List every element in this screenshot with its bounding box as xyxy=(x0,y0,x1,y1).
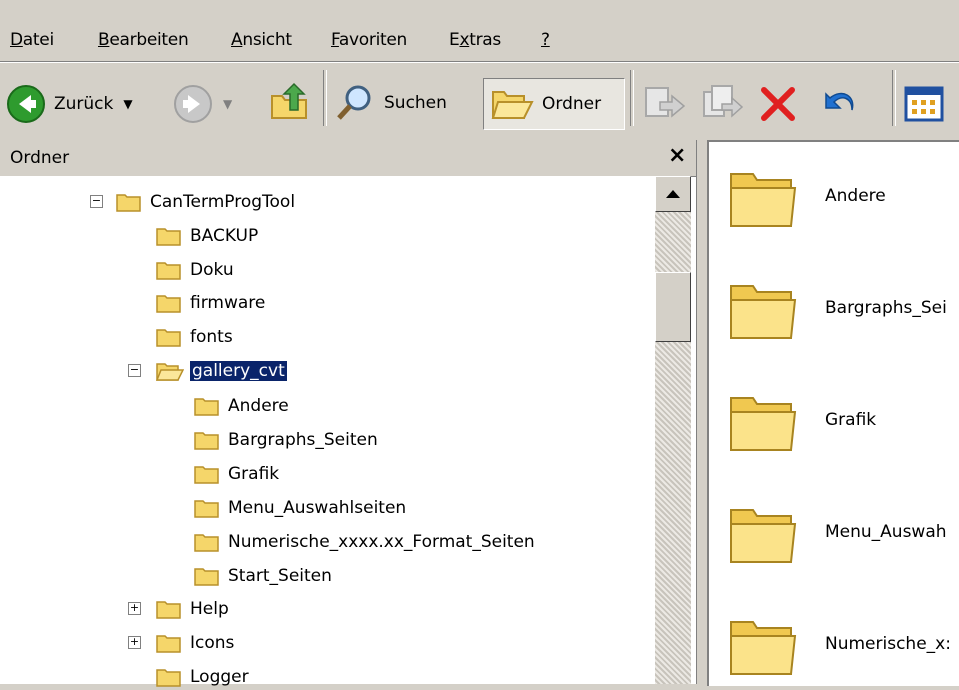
content-folder-item[interactable]: Grafik xyxy=(727,384,876,456)
content-folder-item[interactable]: Bargraphs_Sei xyxy=(727,272,947,344)
menu-extras[interactable]: Extras xyxy=(449,30,501,50)
tree-item-grafik[interactable]: Grafik xyxy=(194,461,281,487)
folder-up-icon xyxy=(268,80,312,124)
folder-icon xyxy=(116,192,142,212)
search-button[interactable]: Suchen xyxy=(334,82,447,124)
content-folder-item[interactable]: Menu_Auswah xyxy=(727,496,947,568)
selected-folder-label: gallery_cvt xyxy=(189,360,288,382)
folder-icon xyxy=(194,532,220,552)
toolbar-separator xyxy=(323,70,327,126)
tree-item-numerische[interactable]: Numerische_xxxx.xx_Format_Seiten xyxy=(194,529,537,555)
tree-item-bargraphs-seiten[interactable]: Bargraphs_Seiten xyxy=(194,427,380,453)
undo-icon xyxy=(818,84,862,124)
undo-button[interactable] xyxy=(818,84,862,124)
back-button[interactable]: Zurück ▼ xyxy=(6,84,133,124)
large-folder-icon xyxy=(727,160,799,232)
tree-item-logger[interactable]: Logger xyxy=(156,664,251,690)
folder-tree: − CanTermProgTool BACKUP Doku firmware f… xyxy=(0,176,655,687)
scrollbar-thumb[interactable] xyxy=(655,272,691,342)
folder-icon xyxy=(156,599,182,619)
toolbar-separator xyxy=(630,70,634,126)
menu-ansicht[interactable]: Ansicht xyxy=(231,30,292,50)
tree-item-firmware[interactable]: firmware xyxy=(156,290,267,316)
move-to-button[interactable] xyxy=(642,82,686,124)
folder-icon xyxy=(156,260,182,280)
large-folder-icon xyxy=(727,384,799,456)
views-grid-icon xyxy=(904,86,944,122)
tree-item-start-seiten[interactable]: Start_Seiten xyxy=(194,563,334,589)
folder-pane-title: Ordner xyxy=(10,148,70,168)
content-folder-item[interactable]: Numerische_x: xyxy=(727,608,951,680)
menu-datei[interactable]: Datei xyxy=(10,30,54,50)
menu-bar: Datei Bearbeiten Ansicht Favoriten Extra… xyxy=(0,0,959,62)
content-pane: Andere Bargraphs_Sei Grafik Menu_Auswah … xyxy=(707,140,959,686)
folder-icon xyxy=(156,327,182,347)
large-folder-icon xyxy=(727,496,799,568)
tree-item-menu-auswahlseiten[interactable]: Menu_Auswahlseiten xyxy=(194,495,408,521)
tree-item-cantermprogtool[interactable]: CanTermProgTool xyxy=(116,189,297,215)
folder-icon xyxy=(156,633,182,653)
collapse-icon[interactable]: − xyxy=(128,364,141,377)
folder-icon xyxy=(194,464,220,484)
back-dropdown-icon[interactable]: ▼ xyxy=(123,97,132,111)
menu-help[interactable]: ? xyxy=(541,30,550,50)
tree-item-fonts[interactable]: fonts xyxy=(156,324,235,350)
tree-item-doku[interactable]: Doku xyxy=(156,257,236,283)
scroll-up-button[interactable] xyxy=(655,176,691,212)
tree-item-icons[interactable]: Icons xyxy=(156,630,236,656)
folder-icon xyxy=(194,430,220,450)
expand-icon[interactable]: + xyxy=(128,636,141,649)
forward-dropdown-icon[interactable]: ▼ xyxy=(223,97,232,111)
folder-icon xyxy=(194,498,220,518)
folder-pane-header: Ordner × xyxy=(0,140,696,177)
folder-icon xyxy=(156,293,182,313)
tree-item-help[interactable]: Help xyxy=(156,596,231,622)
folder-icon xyxy=(194,566,220,586)
delete-button[interactable] xyxy=(758,84,798,124)
folder-icon xyxy=(156,667,182,687)
vertical-scrollbar[interactable] xyxy=(655,176,691,684)
folder-icon xyxy=(194,396,220,416)
close-icon[interactable]: × xyxy=(668,143,686,168)
folder-icon xyxy=(156,226,182,246)
open-folder-icon xyxy=(156,361,184,381)
delete-x-icon xyxy=(758,84,798,124)
back-arrow-icon xyxy=(6,84,46,124)
large-folder-icon xyxy=(727,272,799,344)
menu-favoriten[interactable]: Favoriten xyxy=(331,30,407,50)
copy-to-icon xyxy=(700,82,744,124)
move-to-icon xyxy=(642,82,686,124)
content-folder-item[interactable]: Andere xyxy=(727,160,886,232)
tree-item-gallery-cvt[interactable]: gallery_cvt xyxy=(156,358,288,384)
large-folder-icon xyxy=(727,608,799,680)
pane-splitter[interactable] xyxy=(696,140,707,684)
views-button[interactable] xyxy=(904,86,944,122)
menu-bearbeiten[interactable]: Bearbeiten xyxy=(98,30,189,50)
tree-item-andere[interactable]: Andere xyxy=(194,393,291,419)
triangle-up-icon xyxy=(666,190,680,198)
tree-item-backup[interactable]: BACKUP xyxy=(156,223,260,249)
folder-icon xyxy=(490,84,534,124)
toolbar xyxy=(0,62,959,141)
collapse-icon[interactable]: − xyxy=(90,195,103,208)
folders-button[interactable]: Ordner xyxy=(490,84,601,124)
search-icon xyxy=(334,82,376,124)
forward-button[interactable]: ▼ xyxy=(173,84,232,124)
forward-arrow-icon xyxy=(173,84,213,124)
copy-to-button[interactable] xyxy=(700,82,744,124)
up-folder-button[interactable] xyxy=(268,80,312,124)
expand-icon[interactable]: + xyxy=(128,602,141,615)
toolbar-separator xyxy=(892,70,896,126)
